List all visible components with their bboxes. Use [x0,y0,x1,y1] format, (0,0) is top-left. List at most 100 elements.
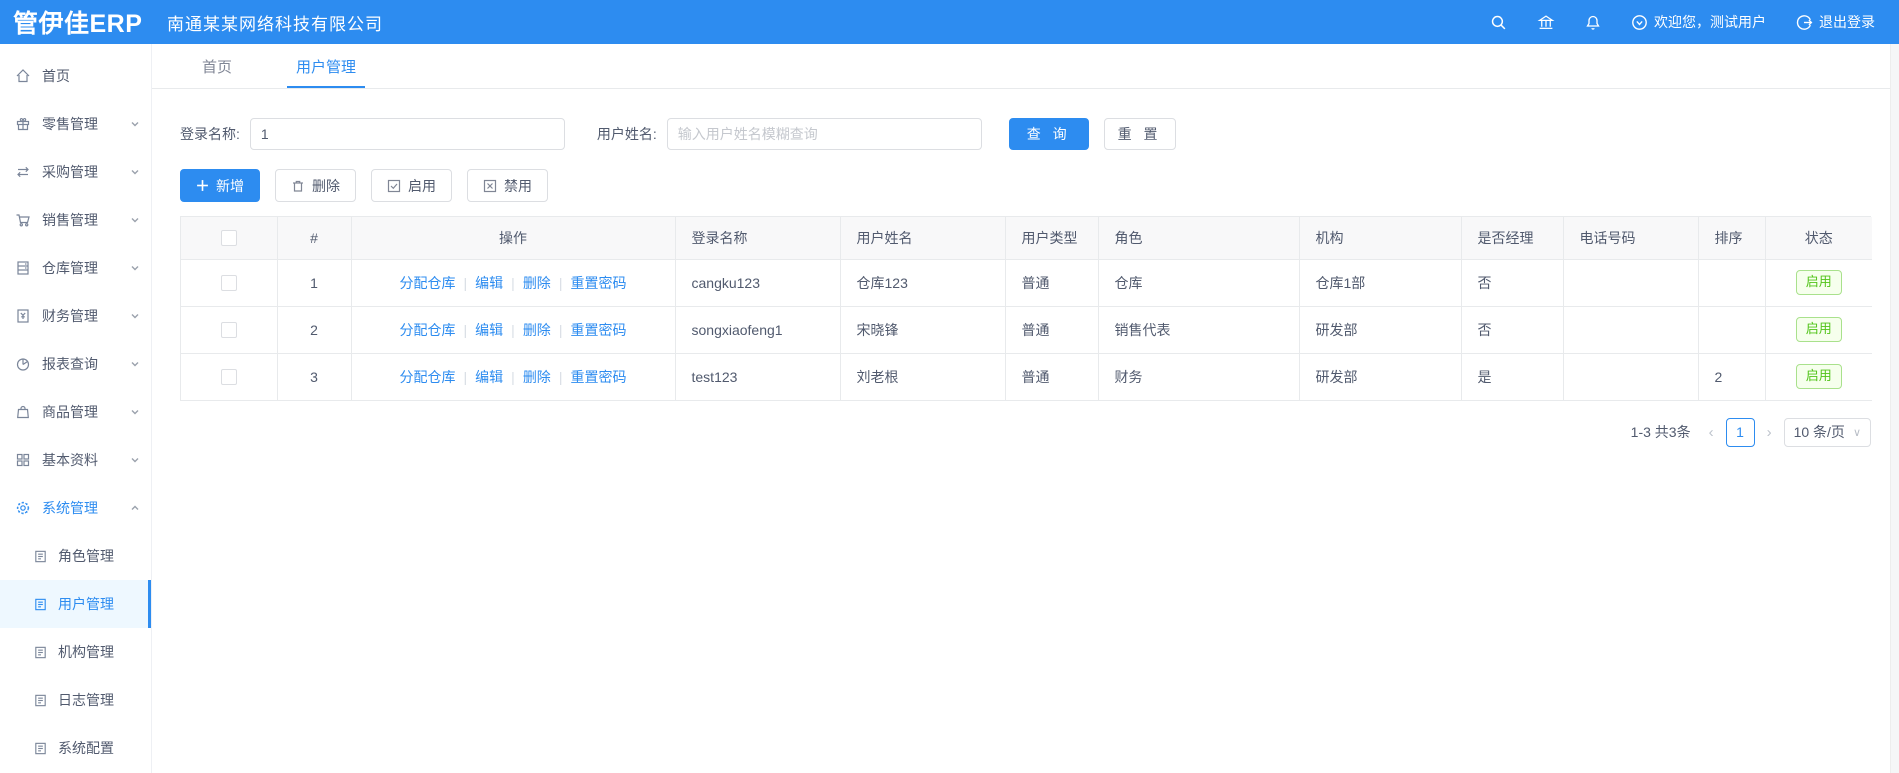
logout-button[interactable]: 退出登录 [1796,12,1875,32]
sidebar-item-home[interactable]: 首页 [0,52,151,100]
search-icon[interactable] [1490,14,1507,31]
sidebar-subitem-label: 日志管理 [58,692,114,708]
select-all-checkbox[interactable] [220,230,237,247]
document-icon [35,550,46,562]
cell-name: 宋晓锋 [840,306,1006,354]
row-checkbox[interactable] [220,275,237,292]
sidebar-item-label: 系统管理 [42,500,98,516]
delete-link[interactable]: 删除 [523,273,551,293]
sidebar-item-retail[interactable]: 零售管理 [0,100,151,148]
col-manager: 是否经理 [1461,217,1564,260]
enable-button[interactable]: 启用 [371,169,452,202]
sidebar-item-basedata[interactable]: 基本资料 [0,436,151,484]
chevron-down-icon [131,122,139,127]
scrollbar[interactable] [1890,44,1899,773]
col-login: 登录名称 [675,217,841,260]
cart-icon [16,214,30,227]
sidebar-subitem-orgs[interactable]: 机构管理 [0,628,151,676]
tab-user-management[interactable]: 用户管理 [279,44,373,88]
cell-phone [1563,259,1699,307]
reset-password-link[interactable]: 重置密码 [570,273,626,293]
page-content: 登录名称: 用户姓名: 查 询 重 置 新增 删除 启用 [152,89,1899,447]
sidebar-subitem-users[interactable]: 用户管理 [0,580,151,628]
col-org: 机构 [1299,217,1462,260]
user-name-input[interactable] [666,118,982,150]
reset-button[interactable]: 重 置 [1103,118,1176,150]
cell-phone [1563,306,1699,354]
row-checkbox[interactable] [220,369,237,386]
chevron-down-icon [131,410,139,415]
disable-button-label: 禁用 [504,177,532,194]
query-button[interactable]: 查 询 [1008,118,1089,150]
next-page-button[interactable]: › [1764,424,1775,441]
sidebar-item-label: 报表查询 [42,356,98,372]
cell-role: 仓库 [1098,259,1300,307]
page-number-button[interactable]: 1 [1725,417,1755,447]
edit-link[interactable]: 编辑 [475,273,503,293]
sidebar-item-finance[interactable]: 财务管理 [0,292,151,340]
login-name-input[interactable] [249,118,565,150]
status-badge: 启用 [1795,270,1842,295]
table-row: 1 分配仓库 | 编辑 | 删除 | 重置密码 cangku123 仓库123 普通 仓库 … [181,259,1872,307]
top-header: 管伊佳ERP 南通某某网络科技有限公司 欢迎您，测试用户 退出登录 [0,0,1899,44]
cell-phone [1563,353,1699,401]
page-size-select[interactable]: 10 条/页 ∨ [1783,417,1871,447]
edit-link[interactable]: 编辑 [475,320,503,340]
add-button-label: 新增 [216,177,244,194]
document-icon [35,742,46,754]
cell-login: cangku123 [675,259,841,307]
chevron-up-icon [131,505,139,510]
col-name: 用户姓名 [840,217,1006,260]
table-row: 3 分配仓库 | 编辑 | 删除 | 重置密码 test123 刘老根 普通 财务 研发部 … [181,353,1872,401]
delete-link[interactable]: 删除 [523,320,551,340]
sidebar-item-sales[interactable]: 销售管理 [0,196,151,244]
company-name: 南通某某网络科技有限公司 [167,14,383,34]
reset-password-link[interactable]: 重置密码 [570,320,626,340]
row-checkbox[interactable] [220,322,237,339]
finance-icon [17,309,29,323]
bank-icon[interactable] [1537,14,1555,31]
col-phone: 电话号码 [1563,217,1699,260]
bell-icon[interactable] [1585,14,1601,31]
trash-icon [293,180,303,192]
cell-name: 仓库123 [840,259,1006,307]
delete-link[interactable]: 删除 [523,367,551,387]
sidebar-subitem-logs[interactable]: 日志管理 [0,676,151,724]
assign-warehouse-link[interactable]: 分配仓库 [400,320,456,340]
cell-login: test123 [675,353,841,401]
chevron-down-icon [131,362,139,367]
cell-login: songxiaofeng1 [675,306,841,354]
sidebar-item-purchase[interactable]: 采购管理 [0,148,151,196]
add-button[interactable]: 新增 [180,169,260,202]
reset-password-link[interactable]: 重置密码 [570,367,626,387]
checkbox-x-icon [483,179,497,192]
welcome-user[interactable]: 欢迎您，测试用户 [1631,12,1766,32]
sidebar-item-label: 首页 [42,68,70,84]
sidebar-subitem-config[interactable]: 系统配置 [0,724,151,772]
sidebar-item-system[interactable]: 系统管理 [0,484,151,532]
checkbox-check-icon [387,179,401,192]
sidebar-subitem-roles[interactable]: 角色管理 [0,532,151,580]
cell-role: 销售代表 [1098,306,1300,354]
prev-page-button[interactable]: ‹ [1706,424,1717,441]
sidebar: 首页 零售管理 采购管理 销售管理 仓库管理 财务管理 报表查询 商品管理 基本… [0,44,152,773]
cell-type: 普通 [1005,306,1099,354]
sidebar-item-reports[interactable]: 报表查询 [0,340,151,388]
assign-warehouse-link[interactable]: 分配仓库 [400,367,456,387]
delete-button[interactable]: 删除 [275,169,356,202]
sidebar-item-goods[interactable]: 商品管理 [0,388,151,436]
sidebar-item-label: 销售管理 [42,212,98,228]
sidebar-subitem-label: 用户管理 [58,596,114,612]
sidebar-item-warehouse[interactable]: 仓库管理 [0,244,151,292]
col-actions: 操作 [351,217,676,260]
table-row: 2 分配仓库 | 编辑 | 删除 | 重置密码 songxiaofeng1 宋晓锋 普通 销… [181,306,1872,354]
disable-button[interactable]: 禁用 [467,169,548,202]
cell-org: 仓库1部 [1299,259,1462,307]
assign-warehouse-link[interactable]: 分配仓库 [400,273,456,293]
users-table: # 操作 登录名称 用户姓名 用户类型 角色 机构 是否经理 电话号码 排序 状… [180,216,1872,401]
chevron-down-icon [131,266,139,271]
tab-home[interactable]: 首页 [185,44,249,88]
user-name-label: 用户姓名: [596,126,657,142]
swap-icon [17,166,29,178]
edit-link[interactable]: 编辑 [475,367,503,387]
